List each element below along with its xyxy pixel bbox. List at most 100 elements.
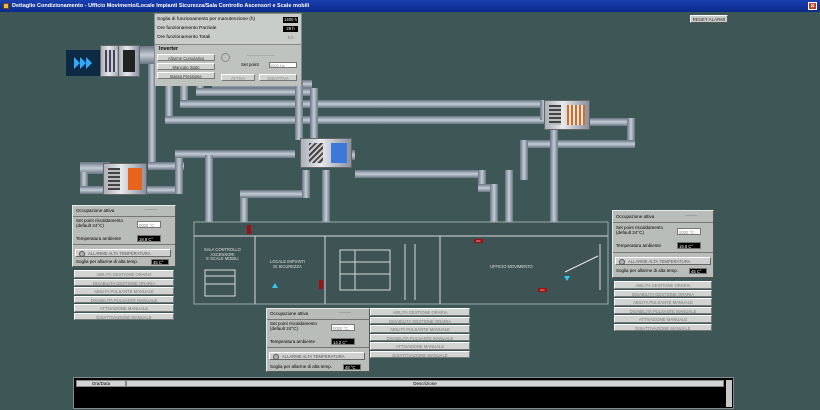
high-temp-alarm-button[interactable]: ALLARME ALTA TEMPERATURA xyxy=(615,257,711,265)
separator xyxy=(267,319,369,320)
separator xyxy=(613,252,713,253)
alarm-label: ALLARME ALTA TEMPERATURA xyxy=(88,251,151,256)
fan-icon xyxy=(123,50,135,72)
disable-schedule-button[interactable]: DISABILITA GESTIONE ORARIA xyxy=(370,316,470,324)
manual-deactivate-button[interactable]: DISATTIVAZIONE MANUALE xyxy=(614,323,712,331)
ambient-temp-value: 14.2 C° xyxy=(331,338,355,345)
room-label-line: E SCALE MOBILI xyxy=(206,256,239,261)
threshold-label: Soglia per allarme di alta temp. xyxy=(270,364,333,369)
enable-schedule-button[interactable]: ABILITA GESTIONE ORARIA xyxy=(370,308,470,316)
threshold-value: 45 C° xyxy=(151,259,169,265)
manual-activate-button[interactable]: ATTIVAZIONE MANUALE xyxy=(614,315,712,323)
log-column-description[interactable]: Descrizione xyxy=(126,380,724,387)
setpoint-input[interactable]: 0000 °C xyxy=(137,221,161,228)
fancoil-label[interactable]: FC xyxy=(538,288,547,292)
ambient-temp-value: 18.8 C° xyxy=(137,235,161,242)
separator xyxy=(613,222,713,223)
inverter-status: --------------------- xyxy=(247,52,275,57)
disable-manual-button[interactable]: DISABILITA PULSANTE MANUALE xyxy=(74,295,174,303)
room-label-office: UFFICIO MOVIMENTO xyxy=(490,264,533,269)
ahu-tile-unit-2[interactable] xyxy=(300,138,352,168)
manual-deactivate-button[interactable]: DISATTIVAZIONE MANUALE xyxy=(370,350,470,358)
separator xyxy=(73,216,175,217)
room-label-safety: LOCALE IMPIANTI DI SICUREZZA xyxy=(270,259,305,269)
cumulative-alarm-button[interactable]: Allarme Cumulativo xyxy=(157,54,215,61)
fancoil-marker[interactable] xyxy=(319,280,323,289)
alarm-label: ALLARME ALTA TEMPERATURA xyxy=(282,354,345,359)
maintenance-threshold-value: 1400 h xyxy=(283,17,298,23)
center-command-buttons: ABILITA GESTIONE ORARIA DISABILITA GESTI… xyxy=(370,308,470,359)
room-panel-center: Occupazione attiva -------- Set point ri… xyxy=(266,308,370,372)
ambient-temp-label: Temperatura ambiente xyxy=(270,339,316,344)
setpoint-default-label: (default 24°C) xyxy=(270,326,298,331)
occupancy-label: Occupazione attiva xyxy=(616,214,655,219)
cooling-coil-icon xyxy=(331,143,347,163)
low-pressure-button[interactable]: Bassa Pressione xyxy=(157,72,215,79)
fancoil-label[interactable]: FC xyxy=(474,239,483,243)
manual-deactivate-button[interactable]: DISATTIVAZIONE MANUALE xyxy=(74,312,174,320)
manual-activate-button[interactable]: ATTIVAZIONE MANUALE xyxy=(370,342,470,350)
coil-icon xyxy=(108,168,120,190)
reset-alarms-button[interactable]: RESET ALARMI xyxy=(690,15,728,23)
separator xyxy=(267,347,369,348)
main-window: Dettaglio Condizionamento - Ufficio Movi… xyxy=(0,0,820,410)
missing-state-button[interactable]: Mancato Stato xyxy=(157,63,215,70)
activate-button[interactable]: ATTIVA xyxy=(221,74,255,81)
maintenance-info-panel: Soglia di funzionamento per manutenzione… xyxy=(154,13,302,86)
occupancy-label: Occupazione attiva xyxy=(76,208,115,213)
threshold-value: 45 C° xyxy=(689,268,707,274)
setpoint-input[interactable]: 0000 Hz xyxy=(269,62,297,68)
total-hours-label: Ore funzionamento Totali xyxy=(157,35,211,40)
threshold-label: Soglia per allarme di alta temp. xyxy=(616,268,679,273)
ambient-temp-label: Temperatura ambiente xyxy=(76,236,122,241)
alarm-led-icon xyxy=(619,259,625,265)
inverter-status-icon xyxy=(221,53,230,62)
inverter-section: Inverter Allarme Cumulativo Mancato Stat… xyxy=(155,44,301,86)
enable-manual-button[interactable]: ABILITA PULSANTE MANUALE xyxy=(614,298,712,306)
setpoint-label: Set point xyxy=(241,62,259,67)
room-label-control: SALA CONTROLLO ASCENSORI E SCALE MOBILI xyxy=(204,247,241,262)
room-panel-right: Occupazione attiva -------- Set point ri… xyxy=(612,210,714,278)
enable-schedule-button[interactable]: ABILITA GESTIONE ORARIA xyxy=(74,270,174,278)
alarm-led-icon xyxy=(273,354,279,360)
deactivate-button[interactable]: DISATTIVA xyxy=(259,74,297,81)
disable-manual-button[interactable]: DISABILITA PULSANTE MANUALE xyxy=(614,306,712,314)
setpoint-default-label: (default 24°C) xyxy=(76,223,104,228)
filter-icon xyxy=(105,50,117,72)
ahu-tile-unit-3[interactable] xyxy=(544,100,590,130)
partial-hours-value: 29 h xyxy=(283,26,298,32)
maintenance-threshold-label: Soglia di funzionamento per manutenzione… xyxy=(157,17,256,22)
ahu-tile-heater-1[interactable] xyxy=(103,163,147,195)
setpoint-input[interactable]: 0000 °C xyxy=(331,324,355,331)
event-log: Ora/Data Descrizione xyxy=(73,377,734,409)
occupancy-label: Occupazione attiva xyxy=(270,311,309,316)
fancoil-marker[interactable] xyxy=(247,225,251,234)
threshold-label: Soglia per allarme di alta temp. xyxy=(76,259,139,264)
inverter-title: Inverter xyxy=(159,46,179,52)
occupancy-value: -------- xyxy=(145,207,157,212)
coil-icon xyxy=(549,105,561,125)
log-column-date[interactable]: Ora/Data xyxy=(76,380,126,387)
heater-icon xyxy=(128,168,142,190)
ambient-temp-value: 19.8 C° xyxy=(677,242,701,249)
enable-manual-button[interactable]: ABILITA PULSANTE MANUALE xyxy=(74,287,174,295)
disable-schedule-button[interactable]: DISABILITA GESTIONE ORARIA xyxy=(614,289,712,297)
filter-icon xyxy=(309,143,323,163)
separator xyxy=(73,244,175,245)
alarm-led-icon xyxy=(79,251,85,257)
disable-manual-button[interactable]: DISABILITA PULSANTE MANUALE xyxy=(370,333,470,341)
threshold-value: 48 °C xyxy=(343,364,361,370)
partial-hours-label: Ore funzionamento Parziale xyxy=(157,26,217,31)
disable-schedule-button[interactable]: DISABILITA GESTIONE ORARIA xyxy=(74,278,174,286)
occupancy-value: -------- xyxy=(339,310,351,315)
ahu-tile-fan[interactable] xyxy=(118,45,140,77)
heater-icon xyxy=(567,105,585,125)
manual-activate-button[interactable]: ATTIVAZIONE MANUALE xyxy=(74,304,174,312)
enable-manual-button[interactable]: ABILITA PULSANTE MANUALE xyxy=(370,325,470,333)
room-label-line: DI SICUREZZA xyxy=(273,263,302,269)
log-scrollbar[interactable] xyxy=(726,380,732,407)
high-temp-alarm-button[interactable]: ALLARME ALTA TEMPERATURA xyxy=(269,352,365,360)
enable-schedule-button[interactable]: ABILITA GESTIONE ORARIA xyxy=(614,281,712,289)
high-temp-alarm-button[interactable]: ALLARME ALTA TEMPERATURA xyxy=(75,249,171,257)
setpoint-input[interactable]: 0000 °C xyxy=(677,228,701,235)
